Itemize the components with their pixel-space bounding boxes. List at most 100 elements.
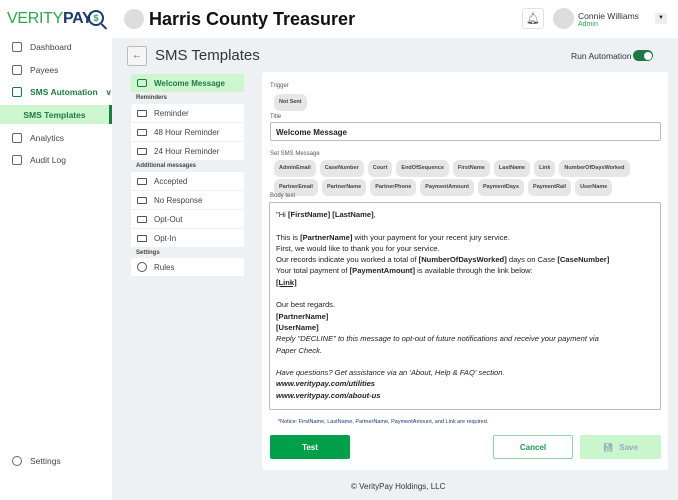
sidebar-item-audit-log[interactable]: Audit Log — [0, 149, 112, 171]
body-segment: [FirstName] [LastName] — [288, 210, 374, 219]
magnifier-dollar-icon: $ — [88, 10, 104, 26]
title-input[interactable]: Welcome Message — [270, 122, 661, 141]
variable-chip[interactable]: FirstName — [453, 160, 490, 177]
sidebar-item-analytics[interactable]: Analytics — [0, 127, 112, 149]
sidebar-item-dashboard[interactable]: Dashboard — [0, 36, 112, 58]
back-button[interactable]: ← — [127, 46, 147, 66]
audit-log-icon — [12, 155, 22, 165]
variable-chip[interactable]: Link — [534, 160, 555, 177]
body-segment: Our records indicate you worked a total … — [276, 255, 419, 264]
test-button[interactable]: Test — [270, 435, 350, 459]
variable-chip[interactable]: LastName — [494, 160, 530, 177]
variable-chip[interactable]: PaymentRail — [528, 179, 571, 196]
gear-icon — [12, 456, 22, 466]
chevron-down-icon: ∨ — [106, 88, 112, 97]
user-role: Admin — [578, 21, 598, 28]
body-segment: "Hi — [276, 210, 288, 219]
org-name: Harris County Treasurer — [149, 9, 355, 30]
settings-list: Rules — [131, 258, 244, 277]
template-opt-in[interactable]: Opt-In — [131, 229, 244, 248]
template-rules[interactable]: Rules — [131, 258, 244, 277]
body-line: [PartnerName] — [276, 311, 654, 322]
dashboard-icon — [12, 42, 22, 52]
body-textarea[interactable]: "Hi [FirstName] [LastName], This is [Part… — [269, 202, 661, 410]
body-line: Our records indicate you worked a total … — [276, 254, 654, 265]
body-line: This is [PartnerName] with your payment … — [276, 232, 654, 243]
variable-chip[interactable]: UserName — [575, 179, 612, 196]
body-label: Body text — [270, 193, 295, 199]
template-accepted[interactable]: Accepted — [131, 172, 244, 191]
header: Harris County Treasurer 🔔︎ Connie Willia… — [112, 0, 678, 38]
additional-list: Accepted No Response Opt-Out Opt-In — [131, 172, 244, 248]
template-welcome[interactable]: Welcome Message — [131, 74, 244, 93]
bell-icon[interactable]: 🔔︎ — [522, 8, 544, 29]
body-line — [276, 220, 654, 231]
mail-icon — [137, 110, 147, 117]
template-48-hour-reminder[interactable]: 48 Hour Reminder — [131, 123, 244, 142]
body-segment: [PartnerName] — [300, 233, 352, 242]
lock-icon — [137, 79, 147, 87]
analytics-icon — [12, 133, 22, 143]
mail-icon — [137, 178, 147, 185]
logo: VERITYPAY — [7, 10, 92, 28]
body-segment: This is — [276, 233, 300, 242]
required-notice: *Notice: FirstName, LastName, PartnerNam… — [278, 419, 488, 425]
page-title: SMS Templates — [155, 47, 260, 64]
run-automation-label: Run Automation — [571, 51, 631, 61]
variable-chip[interactable]: CaseNumber — [320, 160, 364, 177]
gear-icon — [137, 262, 147, 272]
variable-chip[interactable]: PaymentDays — [478, 179, 524, 196]
save-button[interactable]: 💾︎Save — [580, 435, 661, 459]
user-menu-dropdown[interactable]: ▼ — [655, 13, 667, 24]
template-opt-out[interactable]: Opt-Out — [131, 210, 244, 229]
variable-chip[interactable]: PartnerPhone — [370, 179, 416, 196]
sidebar-item-sms-templates[interactable]: SMS Templates — [0, 105, 112, 124]
mail-icon — [137, 197, 147, 204]
body-line: Paper Check. — [276, 345, 654, 356]
body-line — [276, 356, 654, 367]
sidebar: VERITYPAY $ Dashboard Payees SMS Automat… — [0, 0, 112, 500]
run-automation-toggle[interactable] — [633, 50, 653, 61]
body-line: "Hi [FirstName] [LastName], — [276, 209, 654, 220]
footer: © VerityPay Holdings, LLC — [351, 482, 445, 491]
body-line: [Link] — [276, 277, 654, 288]
variable-chip[interactable]: NumberOfDaysWorked — [559, 160, 629, 177]
template-reminder[interactable]: Reminder — [131, 104, 244, 123]
user-avatar[interactable] — [553, 8, 574, 29]
mail-icon — [137, 129, 147, 136]
trigger-label: Trigger — [270, 83, 289, 89]
body-line: www.veritypay.com/about-us — [276, 390, 654, 401]
variable-chip[interactable]: Court — [368, 160, 393, 177]
trigger-chip: Not Sent — [274, 94, 307, 111]
group-label-additional: Additional messages — [136, 163, 196, 169]
group-label-reminders: Reminders — [136, 95, 167, 101]
template-24-hour-reminder[interactable]: 24 Hour Reminder — [131, 142, 244, 161]
body-segment: [PaymentAmount] — [350, 266, 415, 275]
variable-chip[interactable]: PaymentAmount — [420, 179, 474, 196]
variable-chip[interactable]: EndOfSequence — [396, 160, 448, 177]
body-segment: with your payment for your recent jury s… — [352, 233, 509, 242]
mail-icon — [137, 216, 147, 223]
payees-icon — [12, 65, 22, 75]
variable-chip[interactable]: PartnerName — [322, 179, 366, 196]
variable-chips: AdminEmailCaseNumberCourtEndOfSequence Fi… — [274, 158, 664, 196]
sidebar-item-payees[interactable]: Payees — [0, 59, 112, 81]
template-no-response[interactable]: No Response — [131, 191, 244, 210]
body-segment: [NumberOfDaysWorked] — [419, 255, 507, 264]
body-line: [UserName] — [276, 322, 654, 333]
sidebar-item-settings[interactable]: Settings — [0, 450, 112, 472]
body-segment: is available through the link below: — [415, 266, 533, 275]
body-segment: [Link] — [276, 278, 297, 287]
variable-chip[interactable]: AdminEmail — [274, 160, 316, 177]
body-line: Our best regards. — [276, 299, 654, 310]
body-line: Reply "DECLINE" to this message to opt-o… — [276, 333, 654, 344]
cancel-button[interactable]: Cancel — [493, 435, 573, 459]
sidebar-item-sms-automation[interactable]: SMS Automation∨ — [0, 81, 112, 103]
body-segment: Our best regards. — [276, 300, 335, 309]
reminders-list: Reminder 48 Hour Reminder 24 Hour Remind… — [131, 104, 244, 161]
sms-variables-label: Set SMS Message — [270, 151, 320, 157]
mail-icon — [137, 235, 147, 242]
body-line: www.veritypay.com/utilities — [276, 378, 654, 389]
body-segment: [CaseNumber] — [557, 255, 609, 264]
template-editor: Trigger Not Sent Title Welcome Message S… — [262, 72, 668, 470]
